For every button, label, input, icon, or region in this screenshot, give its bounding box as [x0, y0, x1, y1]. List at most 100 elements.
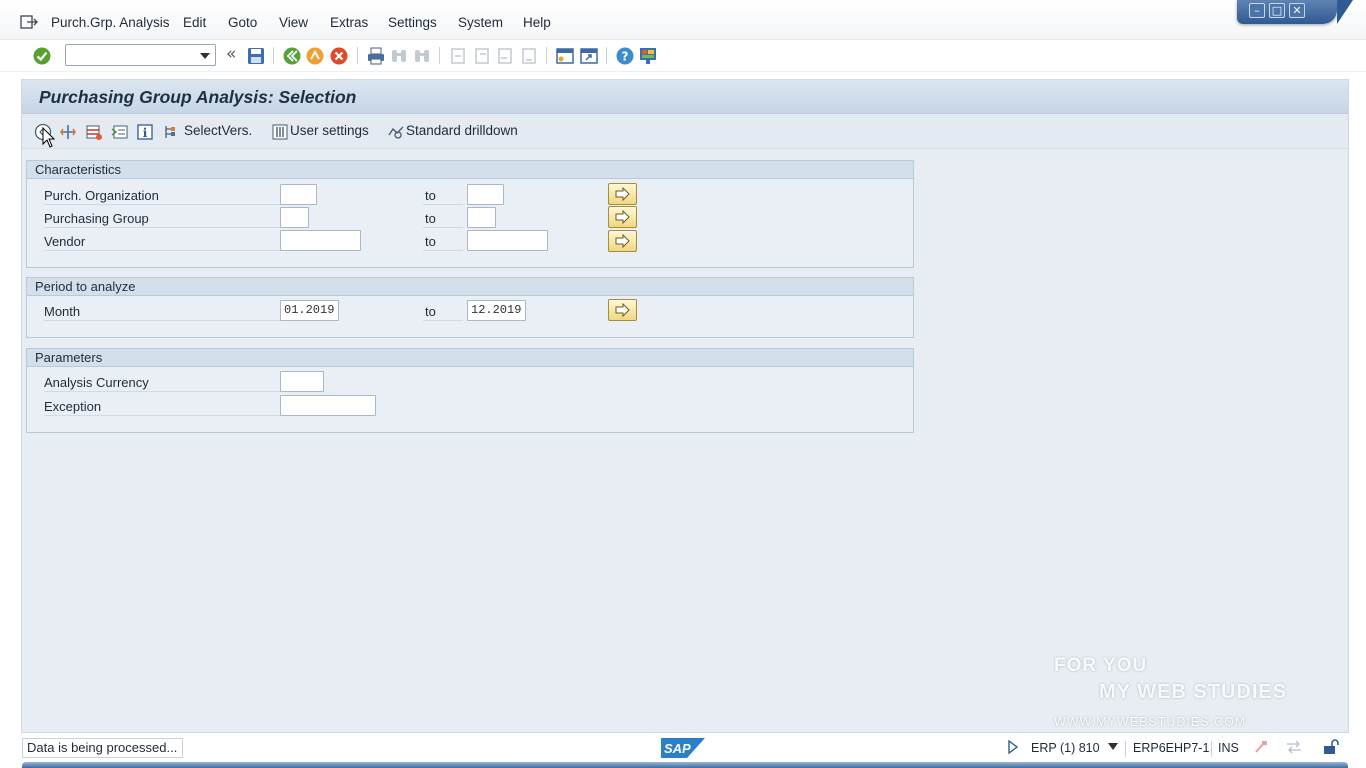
purch-organization-to-input[interactable]: [467, 184, 504, 205]
purchasing-group-to-input[interactable]: [467, 207, 496, 228]
window-bottom-edge: [22, 762, 1348, 768]
application-toolbar: i SelectVers. User settings Standard dri…: [22, 115, 1348, 149]
print-icon[interactable]: [366, 46, 386, 66]
arrow-right-icon: [615, 187, 630, 202]
purchasing-group-multiple-selection-button[interactable]: [608, 206, 637, 228]
period-group: Period to analyze Month 01.2019 to 12.20…: [26, 277, 914, 338]
chevron-down-icon[interactable]: [200, 53, 210, 59]
status-separator: [1125, 741, 1126, 757]
label-underline: [44, 320, 280, 321]
purch-organization-multiple-selection-button[interactable]: [608, 183, 637, 205]
standard-drilldown-button[interactable]: Standard drilldown: [406, 123, 518, 143]
standard-drilldown-icon: [388, 126, 404, 139]
wrench-icon: [1255, 741, 1267, 753]
vendor-multiple-selection-button[interactable]: [608, 230, 637, 252]
selection-screen-icon[interactable]: [111, 123, 129, 141]
variant-list-icon[interactable]: [85, 123, 103, 141]
information-icon[interactable]: i: [136, 123, 154, 141]
status-separator: [1211, 741, 1212, 757]
vendor-to-label: to: [425, 234, 436, 249]
customize-layout-icon[interactable]: [638, 46, 658, 66]
arrow-right-icon: [615, 210, 630, 225]
menu-view[interactable]: View: [279, 15, 308, 30]
menu-system[interactable]: System: [458, 15, 503, 30]
select-versions-button[interactable]: SelectVers.: [184, 123, 252, 143]
purchasing-group-from-input[interactable]: [280, 207, 309, 228]
page-title: Purchasing Group Analysis: Selection: [39, 87, 357, 107]
enter-check-icon[interactable]: [32, 46, 52, 66]
create-session-icon[interactable]: [555, 46, 575, 66]
month-multiple-selection-button[interactable]: [608, 299, 637, 321]
window-controls: – □ ✕: [1237, 0, 1353, 24]
analysis-currency-label: Analysis Currency: [44, 375, 149, 390]
toolbar-separator: [273, 47, 274, 64]
previous-page-icon: [475, 48, 489, 64]
parameters-header: Parameters: [27, 349, 913, 367]
svg-text:?: ?: [622, 50, 629, 64]
to-underline: [423, 227, 463, 228]
month-from-input[interactable]: 01.2019: [280, 300, 339, 321]
vendor-from-input[interactable]: [280, 230, 361, 251]
maximize-button[interactable]: □: [1269, 3, 1285, 18]
minimize-button[interactable]: –: [1249, 3, 1265, 18]
menu-edit[interactable]: Edit: [183, 15, 206, 30]
menu-help[interactable]: Help: [523, 15, 551, 30]
menu-exit-icon[interactable]: [20, 14, 38, 30]
arrow-right-icon: [615, 234, 630, 249]
save-icon[interactable]: [246, 46, 266, 66]
purch-organization-label: Purch. Organization: [44, 188, 159, 203]
connection-icon: [1287, 740, 1301, 754]
menu-bar: Purch.Grp. Analysis Edit Goto View Extra…: [0, 0, 1366, 40]
close-button[interactable]: ✕: [1289, 3, 1305, 18]
watermark-line2: MY WEB STUDIES: [1099, 681, 1288, 703]
back-icon[interactable]: [282, 46, 302, 66]
characteristics-header: Characteristics: [27, 161, 913, 179]
exception-label: Exception: [44, 399, 102, 414]
parameters-group: Parameters Analysis Currency Exception: [26, 348, 914, 433]
arrow-right-icon: [615, 303, 630, 318]
period-header: Period to analyze: [27, 278, 913, 296]
label-underline: [44, 391, 280, 392]
help-icon[interactable]: ?: [615, 46, 635, 66]
mouse-cursor-icon: [42, 127, 56, 148]
lock-icon[interactable]: [1322, 738, 1340, 756]
analysis-currency-input[interactable]: [280, 371, 324, 392]
shortcut-icon[interactable]: [579, 46, 599, 66]
user-settings-icon: [272, 124, 288, 140]
main-frame: Purchasing Group Analysis: Selection i S…: [21, 79, 1349, 733]
chevron-down-icon[interactable]: [1108, 743, 1118, 750]
watermark-line3: WWW.MYWEBSTUDIES.COM: [1054, 715, 1247, 729]
user-settings-button[interactable]: User settings: [290, 123, 369, 143]
system-info: ERP (1) 810: [1031, 741, 1100, 755]
toolbar-separator: [357, 47, 358, 64]
menu-settings[interactable]: Settings: [388, 15, 437, 30]
to-underline: [423, 250, 463, 251]
purchasing-group-label: Purchasing Group: [44, 211, 149, 226]
label-underline: [44, 415, 280, 416]
exit-icon[interactable]: [305, 46, 325, 66]
toolbar-separator: [606, 47, 607, 64]
insert-mode: INS: [1218, 741, 1239, 755]
menu-extras[interactable]: Extras: [330, 15, 368, 30]
month-label: Month: [44, 304, 81, 319]
month-to-label: to: [425, 304, 436, 319]
server-info: ERP6EHP7-1: [1133, 741, 1210, 755]
purch-organization-from-input[interactable]: [280, 184, 317, 205]
vendor-to-input[interactable]: [467, 230, 548, 251]
collapse-chevron-icon[interactable]: «: [226, 44, 236, 64]
menu-purch-grp-analysis[interactable]: Purch.Grp. Analysis: [51, 15, 170, 30]
command-field[interactable]: [65, 44, 216, 66]
find-icon: [392, 50, 406, 62]
cancel-icon[interactable]: [329, 46, 349, 66]
month-to-input[interactable]: 12.2019: [467, 300, 526, 321]
exception-input[interactable]: [280, 395, 376, 416]
purchasing-group-to-label: to: [425, 211, 436, 226]
vendor-label: Vendor: [44, 234, 86, 249]
select-versions-icon: [165, 126, 175, 138]
menu-goto[interactable]: Goto: [228, 15, 257, 30]
first-page-icon: [451, 48, 465, 64]
status-expand-icon[interactable]: [1008, 740, 1018, 754]
data-source-icon[interactable]: [59, 123, 77, 141]
svg-text:SAP: SAP: [664, 741, 691, 756]
last-page-icon: [522, 48, 536, 64]
